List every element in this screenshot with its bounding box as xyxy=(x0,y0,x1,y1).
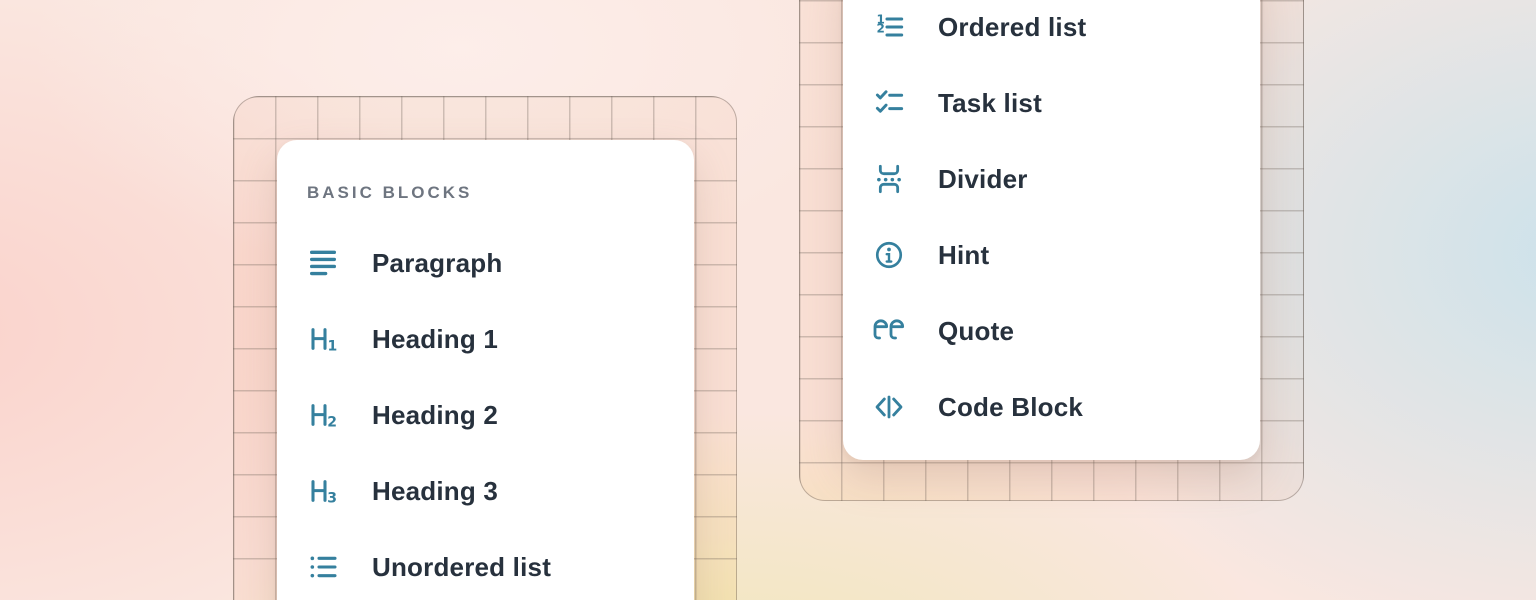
code-block-icon xyxy=(873,391,905,423)
basic-blocks-menu-card: BASIC BLOCKS Paragraph Heading 1 Heading… xyxy=(277,140,694,600)
menu-item-label: Heading 2 xyxy=(372,400,498,431)
heading-2-icon xyxy=(307,399,339,431)
menu-item-quote[interactable]: Quote xyxy=(873,293,1240,369)
menu-item-label: Paragraph xyxy=(372,248,502,279)
menu-item-hint[interactable]: Hint xyxy=(873,217,1240,293)
hint-icon xyxy=(873,239,905,271)
menu-item-label: Unordered list xyxy=(372,552,551,583)
menu-item-unordered-list[interactable]: Unordered list xyxy=(307,529,674,600)
menu-item-divider[interactable]: Divider xyxy=(873,141,1240,217)
quote-icon xyxy=(873,315,905,347)
menu-item-label: Ordered list xyxy=(938,12,1086,43)
task-list-icon xyxy=(873,87,905,119)
section-label-basic-blocks: BASIC BLOCKS xyxy=(307,183,674,203)
menu-item-task-list[interactable]: Task list xyxy=(873,65,1240,141)
menu-item-label: Heading 1 xyxy=(372,324,498,355)
menu-item-label: Code Block xyxy=(938,392,1083,423)
menu-item-label: Heading 3 xyxy=(372,476,498,507)
insert-blocks-menu-card: Ordered list Task list Divider Hint Quot… xyxy=(843,0,1260,460)
divider-icon xyxy=(873,163,905,195)
paragraph-icon xyxy=(307,247,339,279)
menu-item-label: Quote xyxy=(938,316,1014,347)
menu-item-heading-1[interactable]: Heading 1 xyxy=(307,301,674,377)
hero-canvas: BASIC BLOCKS Paragraph Heading 1 Heading… xyxy=(0,0,1536,600)
menu-item-label: Divider xyxy=(938,164,1028,195)
menu-item-code-block[interactable]: Code Block xyxy=(873,369,1240,445)
insert-blocks-menu-list: Ordered list Task list Divider Hint Quot… xyxy=(873,0,1240,445)
unordered-list-icon xyxy=(307,551,339,583)
menu-item-ordered-list[interactable]: Ordered list xyxy=(873,0,1240,65)
menu-item-label: Hint xyxy=(938,240,989,271)
ordered-list-icon xyxy=(873,11,905,43)
menu-item-heading-3[interactable]: Heading 3 xyxy=(307,453,674,529)
basic-blocks-menu-list: Paragraph Heading 1 Heading 2 Heading 3 … xyxy=(307,225,674,600)
menu-item-label: Task list xyxy=(938,88,1042,119)
menu-item-paragraph[interactable]: Paragraph xyxy=(307,225,674,301)
heading-3-icon xyxy=(307,475,339,507)
menu-item-heading-2[interactable]: Heading 2 xyxy=(307,377,674,453)
heading-1-icon xyxy=(307,323,339,355)
